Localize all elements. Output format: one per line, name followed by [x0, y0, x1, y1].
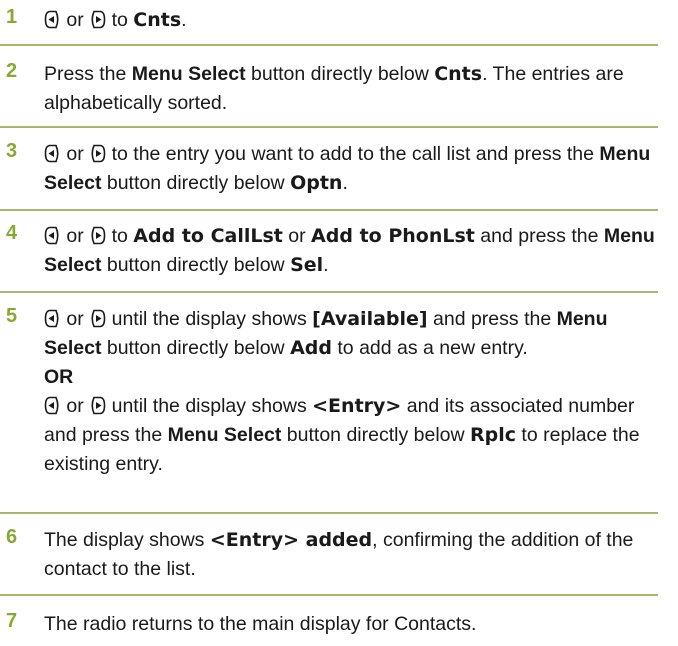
navigation-right-icon — [89, 396, 106, 415]
step-number: 5 — [6, 305, 18, 327]
display-text: Rplc — [470, 424, 517, 446]
step-text: The display shows <Entry> added, confirm… — [44, 529, 634, 580]
navigation-right-icon — [89, 10, 106, 29]
divider — [0, 512, 658, 514]
divider — [0, 594, 658, 596]
display-text: Optn — [290, 172, 343, 194]
display-text: Add to PhonLst — [311, 225, 475, 247]
display-text: [Available] — [312, 308, 428, 330]
step-number: 1 — [6, 6, 18, 28]
step-text: or to the entry you want to add to the c… — [44, 143, 651, 194]
step-text: or to Cnts. — [44, 6, 656, 35]
step-text: Press the Menu Select button directly be… — [44, 63, 624, 114]
step-number: 3 — [6, 140, 18, 162]
step-text: or to Add to CallLst or Add to PhonLst a… — [44, 225, 655, 276]
step-text: or until the display shows [Available] a… — [44, 308, 640, 475]
display-text: Add to CallLst — [133, 225, 283, 247]
step-text: The radio returns to the main display fo… — [44, 613, 477, 635]
navigation-left-icon — [44, 226, 61, 245]
divider — [0, 291, 658, 293]
navigation-right-icon — [89, 309, 106, 328]
step-number: 4 — [6, 222, 18, 244]
navigation-left-icon — [44, 144, 61, 163]
step-number: 6 — [6, 526, 18, 548]
divider — [0, 44, 658, 46]
display-text: <Entry> added — [209, 529, 373, 551]
divider — [0, 126, 658, 128]
display-text: <Entry> — [312, 395, 402, 417]
navigation-left-icon — [44, 10, 61, 29]
divider — [0, 209, 658, 211]
step-number: 7 — [6, 610, 18, 632]
display-text: Add — [290, 337, 332, 359]
display-text: Sel — [290, 254, 324, 276]
navigation-left-icon — [44, 396, 61, 415]
step-number: 2 — [6, 60, 18, 82]
navigation-right-icon — [89, 144, 106, 163]
navigation-left-icon — [44, 309, 61, 328]
navigation-right-icon — [89, 226, 106, 245]
display-text: Cnts — [434, 63, 483, 85]
display-text: Cnts — [133, 9, 182, 31]
